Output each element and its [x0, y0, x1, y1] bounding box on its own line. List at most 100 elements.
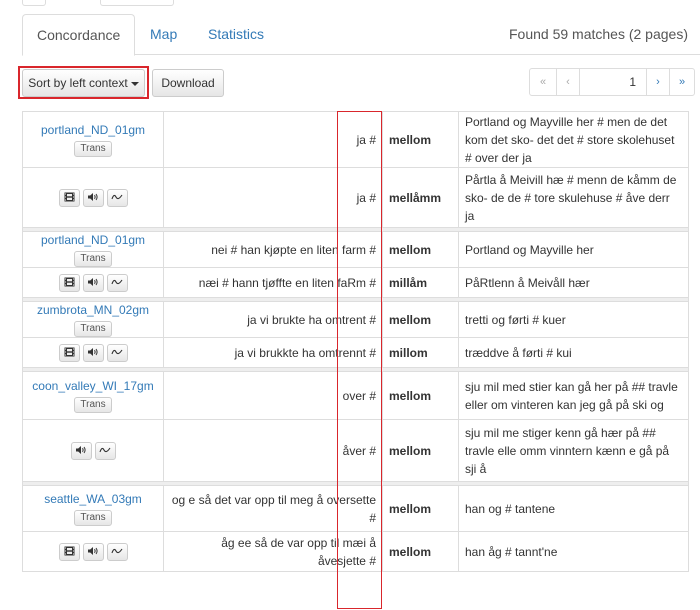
- right-context: Portland og Mayville her # men de det ko…: [458, 111, 689, 168]
- trans-button[interactable]: Trans: [74, 397, 112, 413]
- speaker-link[interactable]: coon_valley_WI_17gm: [29, 378, 157, 394]
- right-context: Pårtla å Meivill hæ # menn de kåmm de sk…: [458, 167, 689, 228]
- film-icon: [64, 274, 75, 292]
- left-context: nei # han kjøpte en liten farm #: [163, 231, 383, 268]
- waveform-icon: [111, 274, 123, 292]
- caret-down-icon: [130, 81, 139, 86]
- match-word: mellom: [382, 485, 459, 532]
- trans-button[interactable]: Trans: [74, 510, 112, 526]
- download-button[interactable]: Download: [152, 69, 224, 97]
- table-row: coon_valley_WI_17gm Trans over # mellom sju …: [22, 371, 689, 420]
- row-meta-cell: [22, 167, 164, 228]
- prev-page-button[interactable]: ‹: [556, 68, 580, 96]
- left-context: over #: [163, 371, 383, 420]
- trans-button[interactable]: Trans: [74, 321, 112, 337]
- media-controls: [58, 343, 128, 362]
- tab-statistics[interactable]: Statistics: [208, 14, 264, 54]
- pagination: « ‹ 1 › »: [529, 68, 695, 96]
- table-row: åg ee så de var opp til mæi å åvesjette …: [22, 531, 689, 572]
- row-meta-cell: [22, 337, 164, 368]
- row-meta-cell: portland_ND_01gm Trans: [22, 111, 164, 168]
- film-button[interactable]: [58, 273, 80, 292]
- left-context: ja vi brukkte ha omtrennt #: [163, 337, 383, 368]
- row-meta-cell: [22, 419, 164, 482]
- row-meta-cell: zumbrota_MN_02gm Trans: [22, 301, 164, 338]
- media-controls: [58, 188, 128, 207]
- table-row: ja # mellåmm Pårtla å Meivill hæ # menn de…: [22, 167, 689, 228]
- table-row: ja vi brukkte ha omtrennt # millom træddve…: [22, 337, 689, 368]
- match-word: mellom: [382, 301, 459, 338]
- table-row: portland_ND_01gm Trans ja # mellom Portland …: [22, 111, 689, 168]
- page-number-input[interactable]: 1: [579, 68, 647, 96]
- trans-button[interactable]: Trans: [74, 141, 112, 157]
- next-page-button[interactable]: ›: [646, 68, 670, 96]
- left-context: og e så det var opp til meg å oversette …: [163, 485, 383, 532]
- sort-dropdown-button[interactable]: Sort by left context: [22, 69, 145, 97]
- right-context: PåRtlenn å Meivåll hær: [458, 267, 689, 298]
- film-icon: [64, 189, 75, 207]
- speaker-icon: [87, 543, 99, 561]
- match-word: mellom: [382, 419, 459, 482]
- left-context: næi # hann tjøffte en liten faRm #: [163, 267, 383, 298]
- speaker-link[interactable]: portland_ND_01gm: [29, 122, 157, 138]
- left-context: ja #: [163, 167, 383, 228]
- trans-button[interactable]: Trans: [74, 251, 112, 267]
- left-context: ja #: [163, 111, 383, 168]
- left-context: ja vi brukte ha omtrent #: [163, 301, 383, 338]
- waveform-button[interactable]: [106, 542, 128, 561]
- speaker-button[interactable]: [82, 542, 104, 561]
- row-meta-cell: seattle_WA_03gm Trans: [22, 485, 164, 532]
- right-context: sju mil med stier kan gå her på ## travl…: [458, 371, 689, 420]
- table-row: zumbrota_MN_02gm Trans ja vi brukte ha omt…: [22, 301, 689, 338]
- speaker-link[interactable]: portland_ND_01gm: [29, 232, 157, 248]
- tab-map[interactable]: Map: [150, 14, 177, 54]
- table-row: åver # mellom sju mil me stiger kenn gå hæ…: [22, 419, 689, 482]
- concordance-table: portland_ND_01gm Trans ja # mellom Portland …: [22, 111, 689, 572]
- match-word: millom: [382, 337, 459, 368]
- speaker-button[interactable]: [82, 273, 104, 292]
- speaker-link[interactable]: seattle_WA_03gm: [29, 491, 157, 507]
- match-count: Found 59 matches (2 pages): [509, 26, 688, 42]
- match-word: millåm: [382, 267, 459, 298]
- left-context: åver #: [163, 419, 383, 482]
- right-context: Portland og Mayville her: [458, 231, 689, 268]
- speaker-icon: [75, 442, 87, 460]
- row-meta-cell: coon_valley_WI_17gm Trans: [22, 371, 164, 420]
- right-context: han åg # tannt'ne: [458, 531, 689, 572]
- table-row: seattle_WA_03gm Trans og e så det var opp …: [22, 485, 689, 532]
- sort-label: Sort by left context: [28, 76, 128, 90]
- left-context: åg ee så de var opp til mæi å åvesjette …: [163, 531, 383, 572]
- match-word: mellom: [382, 531, 459, 572]
- speaker-button[interactable]: [82, 188, 104, 207]
- table-row: portland_ND_01gm Trans nei # han kjøpte en…: [22, 231, 689, 268]
- speaker-button[interactable]: [70, 441, 92, 460]
- waveform-icon: [99, 442, 111, 460]
- media-controls: [58, 273, 128, 292]
- waveform-icon: [111, 344, 123, 362]
- speaker-button[interactable]: [82, 343, 104, 362]
- tab-concordance[interactable]: Concordance: [22, 14, 136, 56]
- waveform-button[interactable]: [106, 188, 128, 207]
- row-meta-cell: portland_ND_01gm Trans: [22, 231, 164, 268]
- match-word: mellom: [382, 111, 459, 168]
- waveform-button[interactable]: [94, 441, 116, 460]
- waveform-button[interactable]: [106, 343, 128, 362]
- match-word: mellom: [382, 371, 459, 420]
- right-context: sju mil me stiger kenn gå hær på ## trav…: [458, 419, 689, 482]
- film-icon: [64, 543, 75, 561]
- view-tabs: Concordance Map Statistics Found 59 matc…: [22, 14, 700, 56]
- film-icon: [64, 344, 75, 362]
- waveform-icon: [111, 189, 123, 207]
- top-button-stub[interactable]: [22, 0, 46, 6]
- match-word: mellåmm: [382, 167, 459, 228]
- film-button[interactable]: [58, 188, 80, 207]
- film-button[interactable]: [58, 343, 80, 362]
- right-context: træddve å førti # kui: [458, 337, 689, 368]
- film-button[interactable]: [58, 542, 80, 561]
- first-page-button[interactable]: «: [529, 68, 557, 96]
- top-button-stub[interactable]: [100, 0, 174, 6]
- waveform-button[interactable]: [106, 273, 128, 292]
- speaker-icon: [87, 274, 99, 292]
- speaker-link[interactable]: zumbrota_MN_02gm: [29, 302, 157, 318]
- last-page-button[interactable]: »: [669, 68, 695, 96]
